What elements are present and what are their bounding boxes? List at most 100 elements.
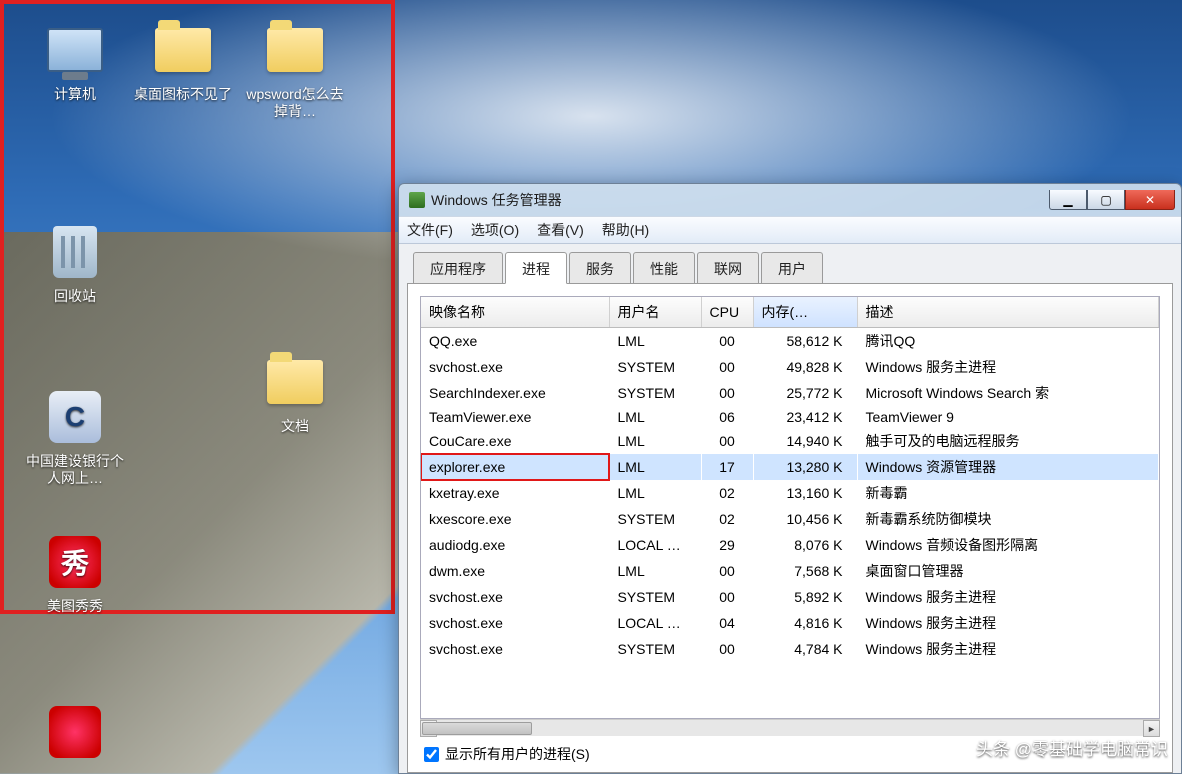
tab-networking[interactable]: 联网 [697,252,759,284]
taskmgr-icon [409,192,425,208]
tab-services[interactable]: 服务 [569,252,631,284]
desktop-icon-label: 文档 [240,418,350,435]
proc-name: QQ.exe [421,328,609,355]
process-row[interactable]: explorer.exeLML1713,280 KWindows 资源管理器 [421,454,1159,480]
proc-mem: 49,828 K [753,354,857,380]
desktop-icon-label: 桌面图标不见了 [128,86,238,103]
proc-cpu: 02 [701,480,753,506]
desktop-icon-app2[interactable] [20,700,130,768]
titlebar[interactable]: Windows 任务管理器 ▁ ▢ ✕ [399,184,1181,216]
computer-icon [47,28,103,72]
desktop-icon-label: 计算机 [20,86,130,103]
proc-desc: 新毒霸 [857,480,1159,506]
folder-icon [267,28,323,72]
show-all-users[interactable]: 显示所有用户的进程(S) [420,736,1160,764]
process-row[interactable]: dwm.exeLML007,568 K桌面窗口管理器 [421,558,1159,584]
proc-user: LML [609,558,701,584]
process-row[interactable]: kxetray.exeLML0213,160 K新毒霸 [421,480,1159,506]
window-title: Windows 任务管理器 [431,190,1043,210]
desktop-icon-folder1[interactable]: 桌面图标不见了 [128,18,238,103]
proc-name: kxetray.exe [421,480,609,506]
proc-desc: Windows 服务主进程 [857,636,1159,662]
proc-name: kxescore.exe [421,506,609,532]
proc-cpu: 29 [701,532,753,558]
process-table: 映像名称 用户名 CPU 内存(… 描述 QQ.exeLML0058,612 K… [421,297,1159,662]
desktop-icon-ccb[interactable]: C 中国建设银行个人网上… [20,385,130,487]
tab-processes[interactable]: 进程 [505,252,567,284]
proc-cpu: 00 [701,558,753,584]
desktop-icon-label: 中国建设银行个人网上… [20,453,130,487]
menu-view[interactable]: 查看(V) [537,220,584,240]
proc-desc: Windows 服务主进程 [857,354,1159,380]
col-memory[interactable]: 内存(… [753,297,857,328]
proc-mem: 58,612 K [753,328,857,355]
col-user[interactable]: 用户名 [609,297,701,328]
tab-performance[interactable]: 性能 [633,252,695,284]
show-all-users-checkbox[interactable] [424,747,439,762]
scroll-thumb[interactable] [422,722,532,735]
proc-desc: 腾讯QQ [857,328,1159,355]
proc-mem: 8,076 K [753,532,857,558]
proc-desc: Windows 服务主进程 [857,610,1159,636]
desktop-icon-xiuxiu[interactable]: 秀美图秀秀 [20,530,130,615]
proc-name: CouCare.exe [421,428,609,454]
menu-options[interactable]: 选项(O) [471,220,519,240]
proc-mem: 7,568 K [753,558,857,584]
desktop-icon-recyclebin[interactable]: 回收站 [20,220,130,305]
proc-mem: 13,280 K [753,454,857,480]
close-button[interactable]: ✕ [1125,190,1175,210]
proc-user: SYSTEM [609,354,701,380]
scroll-right-icon[interactable]: ► [1143,720,1160,737]
process-row[interactable]: svchost.exeSYSTEM005,892 KWindows 服务主进程 [421,584,1159,610]
process-row[interactable]: QQ.exeLML0058,612 K腾讯QQ [421,328,1159,355]
proc-cpu: 00 [701,354,753,380]
proc-user: SYSTEM [609,636,701,662]
tab-strip: 应用程序 进程 服务 性能 联网 用户 [407,252,1173,284]
proc-name: dwm.exe [421,558,609,584]
process-row[interactable]: kxescore.exeSYSTEM0210,456 K新毒霸系统防御模块 [421,506,1159,532]
minimize-button[interactable]: ▁ [1049,190,1087,210]
proc-desc: Windows 音频设备图形隔离 [857,532,1159,558]
process-row[interactable]: CouCare.exeLML0014,940 K触手可及的电脑远程服务 [421,428,1159,454]
proc-mem: 13,160 K [753,480,857,506]
proc-user: LML [609,328,701,355]
proc-user: SYSTEM [609,584,701,610]
process-table-scroll[interactable]: 映像名称 用户名 CPU 内存(… 描述 QQ.exeLML0058,612 K… [420,296,1160,719]
maximize-button[interactable]: ▢ [1087,190,1125,210]
proc-desc: Windows 资源管理器 [857,454,1159,480]
proc-desc: 桌面窗口管理器 [857,558,1159,584]
proc-mem: 10,456 K [753,506,857,532]
col-image[interactable]: 映像名称 [421,297,609,328]
process-row[interactable]: svchost.exeSYSTEM0049,828 KWindows 服务主进程 [421,354,1159,380]
menu-help[interactable]: 帮助(H) [602,220,649,240]
tab-applications[interactable]: 应用程序 [413,252,503,284]
col-desc[interactable]: 描述 [857,297,1159,328]
proc-cpu: 00 [701,584,753,610]
desktop[interactable]: 计算机桌面图标不见了wpsword怎么去掉背… 回收站 C 中国建设银行个人网上… 文档… [0,0,1182,774]
process-row[interactable]: audiodg.exeLOCAL …298,076 KWindows 音频设备图… [421,532,1159,558]
task-manager-window: Windows 任务管理器 ▁ ▢ ✕ 文件(F) 选项(O) 查看(V) 帮助… [398,183,1182,774]
proc-mem: 14,940 K [753,428,857,454]
process-row[interactable]: svchost.exeLOCAL …044,816 KWindows 服务主进程 [421,610,1159,636]
desktop-icon-label: wpsword怎么去掉背… [240,86,350,120]
desktop-icon-computer[interactable]: 计算机 [20,18,130,103]
desktop-icon-folder3[interactable]: 文档 [240,350,350,435]
proc-name: explorer.exe [421,454,609,480]
proc-name: svchost.exe [421,584,609,610]
proc-mem: 4,784 K [753,636,857,662]
folder-icon [155,28,211,72]
desktop-icon-folder2[interactable]: wpsword怎么去掉背… [240,18,350,120]
col-cpu[interactable]: CPU [701,297,753,328]
proc-cpu: 00 [701,380,753,406]
process-row[interactable]: TeamViewer.exeLML0623,412 KTeamViewer 9 [421,406,1159,428]
proc-user: SYSTEM [609,506,701,532]
proc-cpu: 17 [701,454,753,480]
menu-file[interactable]: 文件(F) [407,220,453,240]
h-scrollbar[interactable]: ◄ ► [420,719,1160,736]
app-icon: C [49,391,101,443]
proc-desc: 触手可及的电脑远程服务 [857,428,1159,454]
proc-user: LML [609,428,701,454]
tab-users[interactable]: 用户 [761,252,823,284]
process-row[interactable]: svchost.exeSYSTEM004,784 KWindows 服务主进程 [421,636,1159,662]
process-row[interactable]: SearchIndexer.exeSYSTEM0025,772 KMicroso… [421,380,1159,406]
